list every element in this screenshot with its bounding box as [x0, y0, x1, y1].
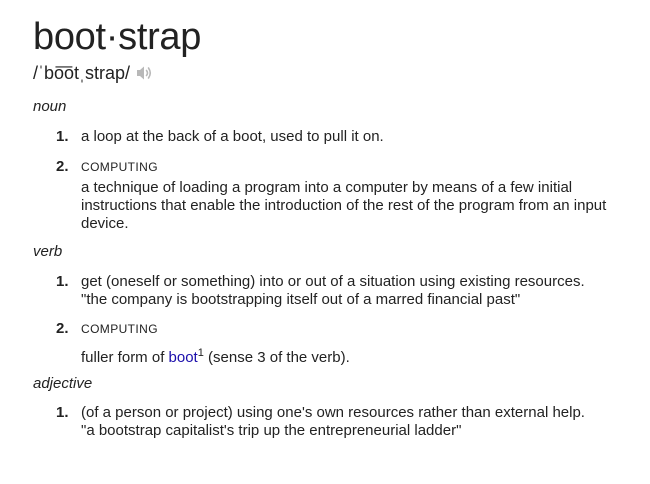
boot-link-text[interactable]: boot — [169, 349, 198, 366]
pos-verb: verb — [33, 243, 63, 260]
sense-number: 2. — [56, 158, 69, 175]
sense-definition: a loop at the back of a boot, used to pu… — [81, 128, 384, 145]
pos-noun: noun — [33, 98, 67, 115]
speaker-icon[interactable] — [134, 63, 154, 83]
sense-definition: fuller form of boot1 (sense 3 of the ver… — [81, 344, 636, 367]
domain-label: COMPUTING — [81, 160, 158, 174]
sense-definition: get (oneself or something) into or out o… — [81, 273, 585, 290]
definition-before: fuller form of — [81, 349, 169, 366]
domain-label: COMPUTING — [81, 322, 158, 336]
pronunciation-row: /ˈbo͞otˌstrap/ — [33, 60, 154, 86]
pos-adjective: adjective — [33, 375, 93, 392]
definition-after: (sense 3 of the verb). — [203, 349, 350, 366]
verb-sense-2: 2. COMPUTING fuller form of boot1 (sense… — [56, 320, 636, 367]
adjective-sense-1: 1. (of a person or project) using one's … — [56, 404, 636, 440]
sense-number: 1. — [56, 273, 69, 290]
noun-sense-1: 1. a loop at the back of a boot, used to… — [56, 128, 636, 146]
boot-link[interactable]: boot — [169, 349, 198, 366]
pronunciation: /ˈbo͞otˌstrap/ — [33, 62, 131, 83]
sense-definition: (of a person or project) using one's own… — [81, 404, 585, 421]
verb-sense-1: 1. get (oneself or something) into or ou… — [56, 273, 636, 309]
sense-example: "the company is bootstrapping itself out… — [81, 291, 521, 308]
sense-number: 1. — [56, 128, 69, 145]
sense-number: 1. — [56, 404, 69, 421]
headword: boot·strap — [33, 16, 202, 58]
sense-example: "a bootstrap capitalist's trip up the en… — [81, 422, 462, 439]
noun-sense-2: 2. COMPUTING a technique of loading a pr… — [56, 158, 636, 233]
sense-number: 2. — [56, 320, 69, 337]
sense-definition: a technique of loading a program into a … — [81, 179, 607, 232]
